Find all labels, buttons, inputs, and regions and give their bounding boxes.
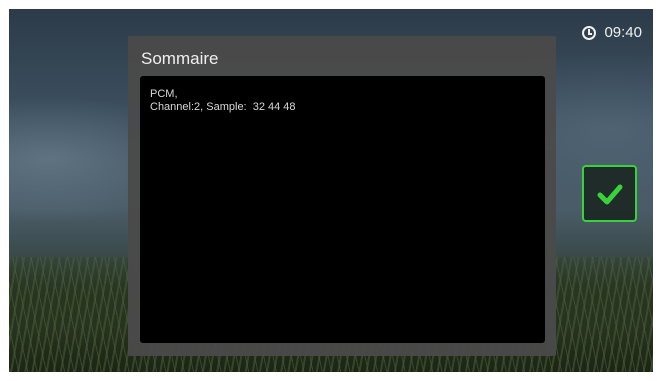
clock-icon xyxy=(582,25,597,40)
check-icon xyxy=(597,184,622,204)
content-line-channel-sample: Channel:2, Sample: 32 44 48 xyxy=(150,101,296,113)
clock-time: 09:40 xyxy=(604,24,642,41)
content-line-audio-format: PCM, xyxy=(150,88,178,100)
status-area: 09:40 xyxy=(582,24,642,41)
dialog-content[interactable]: PCM, Channel:2, Sample: 32 44 48 xyxy=(140,76,545,343)
confirm-button[interactable] xyxy=(582,165,637,222)
summary-dialog: Sommaire PCM, Channel:2, Sample: 32 44 4… xyxy=(128,36,556,356)
dialog-title: Sommaire xyxy=(141,49,219,68)
